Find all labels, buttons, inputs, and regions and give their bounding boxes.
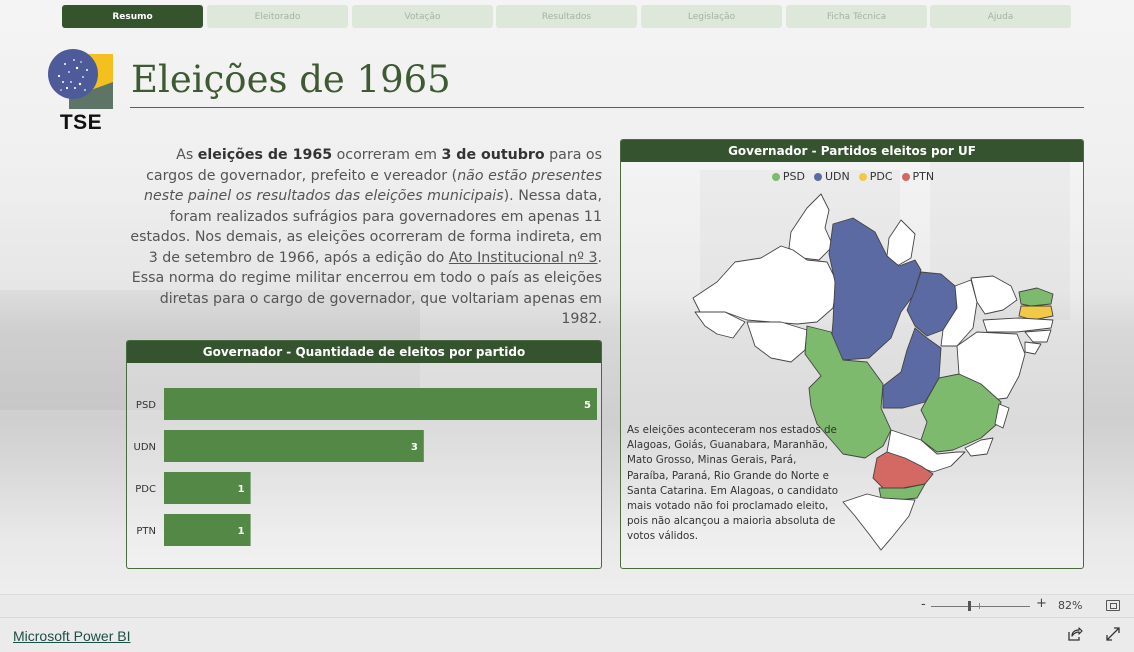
map-title: Governador - Partidos eleitos por UF — [621, 140, 1083, 162]
power-bi-link[interactable]: Microsoft Power BI — [13, 628, 130, 644]
share-icon[interactable] — [1067, 626, 1083, 642]
bar-chart[interactable]: PSD 5 UDN 3 PDC 1 PTN 1 — [127, 363, 602, 569]
tab-votacao[interactable]: Votação — [352, 5, 493, 28]
bar-category-label: PTN — [136, 526, 156, 537]
bar-value-label: 1 — [238, 484, 245, 495]
zoom-slider-thumb[interactable] — [967, 601, 971, 611]
tse-logo: TSE — [47, 46, 115, 134]
tab-legislacao[interactable]: Legislação — [641, 5, 782, 28]
bar-chart-title: Governador - Quantidade de eleitos por p… — [127, 341, 601, 363]
bar-value-label: 3 — [411, 442, 418, 453]
intro-text-part: As — [176, 147, 198, 163]
status-bar: - + 82% — [0, 594, 1134, 616]
zoom-default-tick — [979, 603, 980, 609]
map-state-se[interactable] — [1024, 341, 1042, 355]
nav-bar: Resumo Eleitorado Votação Resultados Leg… — [0, 5, 1134, 29]
tse-emblem-icon — [48, 49, 113, 109]
map-card: Governador - Partidos eleitos por UF PSD… — [620, 139, 1084, 569]
tab-resultados[interactable]: Resultados — [496, 5, 637, 28]
map-state-rn[interactable] — [1018, 287, 1054, 307]
intro-bold-year: eleições de 1965 — [197, 147, 333, 163]
tse-logo-text: TSE — [59, 111, 103, 134]
intro-text: As eleições de 1965 ocorreram em 3 de ou… — [128, 145, 602, 330]
footer: Microsoft Power BI — [0, 617, 1134, 652]
map-state-ce[interactable] — [970, 275, 1018, 315]
map-state-pe[interactable] — [982, 317, 1054, 333]
tab-resumo[interactable]: Resumo — [62, 5, 203, 28]
tab-ficha-tecnica[interactable]: Ficha Técnica — [786, 5, 927, 28]
bar-psd[interactable] — [164, 388, 597, 420]
zoom-out-button[interactable]: - — [921, 597, 926, 612]
report-canvas: Resumo Eleitorado Votação Resultados Leg… — [0, 0, 1134, 594]
bar-value-label: 1 — [238, 526, 245, 537]
bar-chart-card: Governador - Quantidade de eleitos por p… — [126, 340, 602, 569]
bar-category-label: UDN — [134, 442, 157, 453]
tab-eleitorado[interactable]: Eleitorado — [207, 5, 348, 28]
map-state-rr[interactable] — [788, 193, 834, 261]
zoom-in-button[interactable]: + — [1036, 596, 1047, 611]
bar-category-label: PDC — [135, 484, 156, 495]
bar-value-label: 5 — [584, 400, 591, 411]
tab-ajuda[interactable]: Ajuda — [930, 5, 1071, 28]
title-divider — [130, 107, 1084, 108]
bar-udn[interactable] — [164, 430, 424, 462]
bar-category-label: PSD — [136, 400, 156, 411]
intro-bold-date: 3 de outubro — [441, 147, 545, 163]
map-note: As eleições aconteceram nos estados de A… — [627, 424, 839, 543]
page-title: Eleições de 1965 — [131, 58, 451, 101]
expand-icon[interactable] — [1106, 627, 1120, 641]
zoom-slider-track[interactable] — [931, 606, 1030, 607]
map-state-rs[interactable] — [842, 493, 916, 551]
map-state-ro[interactable] — [746, 321, 808, 363]
zoom-level: 82% — [1058, 599, 1083, 612]
ato-institucional-link[interactable]: Ato Institucional nº 3 — [449, 250, 598, 266]
intro-text-part: ocorreram em — [332, 147, 442, 163]
map-state-al[interactable] — [1024, 329, 1052, 343]
fit-to-page-icon[interactable] — [1106, 600, 1120, 611]
